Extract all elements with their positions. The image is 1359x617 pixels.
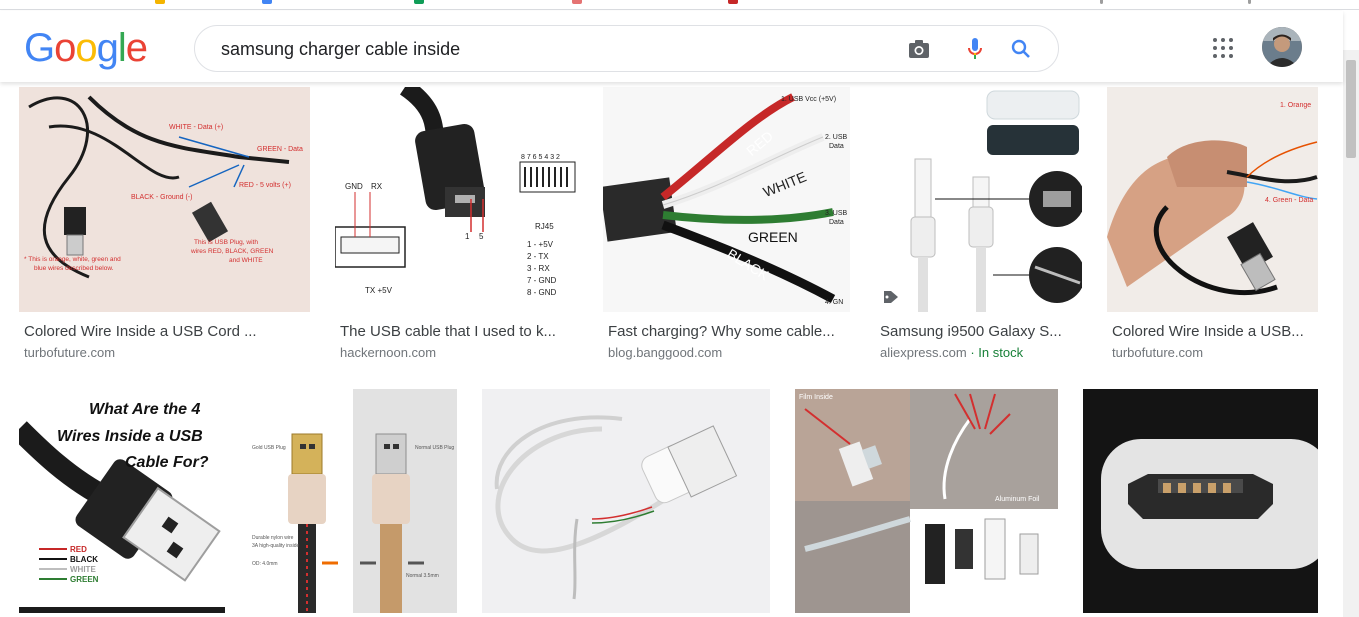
result-title[interactable]: The USB cable that I used to k... bbox=[340, 323, 572, 340]
avatar[interactable] bbox=[1262, 27, 1302, 67]
scrollbar-thumb[interactable] bbox=[1346, 60, 1356, 158]
result-tile[interactable]: WHITE - Data (+) GREEN - Data BLACK - Gr… bbox=[19, 87, 310, 367]
result-tile[interactable]: RED WHITE GREEN BLACK 1. USB Vcc (+5V) 2… bbox=[603, 87, 850, 367]
label-nylon-2: 3A high-quality inside bbox=[252, 543, 299, 549]
pin-1: 1 bbox=[465, 232, 470, 241]
search-icon[interactable] bbox=[1009, 37, 1033, 61]
label-pin-numbers: 8 7 6 5 4 3 2 bbox=[521, 154, 560, 161]
legend-line-1: 1 - +5V bbox=[527, 240, 554, 249]
page-scrollbar[interactable] bbox=[1343, 50, 1359, 617]
legend-line-5: 8 - GND bbox=[527, 288, 557, 297]
search-header: Google bbox=[0, 11, 1343, 82]
legend-red: RED bbox=[70, 545, 87, 554]
pin-5: 5 bbox=[479, 232, 484, 241]
wire-label-green: GREEN bbox=[748, 229, 798, 245]
pin-label-2b: Data bbox=[829, 143, 844, 150]
label-film-inside: Film Inside bbox=[799, 394, 833, 401]
legend-line-3: 3 - RX bbox=[527, 264, 550, 273]
label-note-2: blue wires described below. bbox=[34, 265, 114, 272]
label-aluminum-foil: Aluminum Foil bbox=[995, 496, 1040, 503]
result-tile[interactable]: Gold USB Plug Normal USB Plug Durable ny… bbox=[250, 389, 457, 613]
legend-black: BLACK bbox=[70, 555, 98, 564]
legend-white: WHITE bbox=[70, 565, 96, 574]
result-image[interactable]: Film Inside Aluminum Foil bbox=[795, 389, 1058, 613]
legend-green: GREEN bbox=[70, 575, 99, 584]
price-tag-icon bbox=[884, 291, 898, 303]
result-tile[interactable]: Film Inside Aluminum Foil bbox=[795, 389, 1058, 613]
label-od: OD: 4.0mm bbox=[252, 561, 278, 567]
legend-line-4: 7 - GND bbox=[527, 276, 557, 285]
result-image[interactable] bbox=[482, 389, 770, 613]
label-black-ground: BLACK - Ground (-) bbox=[131, 194, 192, 201]
caption-line-3: Cable For? bbox=[125, 454, 209, 471]
result-title[interactable]: Colored Wire Inside a USB... bbox=[1112, 323, 1317, 340]
label-green-data: GREEN - Data bbox=[257, 146, 303, 153]
label-normal-usb: Normal USB Plug bbox=[415, 445, 454, 451]
result-image[interactable]: Gold USB Plug Normal USB Plug Durable ny… bbox=[250, 389, 457, 613]
label-note-3: This is USB Plug, with bbox=[194, 239, 258, 246]
result-tile[interactable]: 1. Orange 4. Green - Data Colored Wire I… bbox=[1107, 87, 1318, 367]
result-tile[interactable]: What Are the 4 Wires Inside a USB Cable … bbox=[19, 389, 225, 613]
pin-label-3b: Data bbox=[829, 219, 844, 226]
bookmarks-bar bbox=[0, 0, 1359, 10]
result-image[interactable]: 1. Orange 4. Green - Data bbox=[1107, 87, 1318, 312]
label-rx: RX bbox=[371, 182, 383, 191]
search-input[interactable] bbox=[221, 37, 901, 61]
result-source[interactable]: aliexpress.com · In stock bbox=[880, 345, 1023, 360]
result-tile[interactable] bbox=[1083, 389, 1318, 613]
search-box bbox=[194, 25, 1059, 72]
result-image[interactable] bbox=[875, 87, 1082, 312]
apps-grid-icon[interactable] bbox=[1211, 36, 1235, 60]
label-note-5: and WHITE bbox=[229, 257, 263, 264]
result-source-domain[interactable]: aliexpress.com bbox=[880, 345, 967, 360]
label-white-data: WHITE - Data (+) bbox=[169, 124, 223, 131]
label-green-data: 4. Green - Data bbox=[1265, 197, 1313, 204]
label-red-5v: RED - 5 volts (+) bbox=[239, 182, 291, 189]
label-normal-size: Normal 3.5mm bbox=[406, 573, 439, 579]
label-note-4: wires RED, BLACK, GREEN bbox=[190, 248, 274, 255]
result-source[interactable]: turbofuture.com bbox=[24, 345, 115, 360]
result-source[interactable]: turbofuture.com bbox=[1112, 345, 1203, 360]
caption-line-1: What Are the 4 bbox=[89, 401, 201, 418]
result-title[interactable]: Fast charging? Why some cable... bbox=[608, 323, 848, 340]
result-image[interactable]: What Are the 4 Wires Inside a USB Cable … bbox=[19, 389, 225, 613]
camera-icon[interactable] bbox=[907, 37, 931, 61]
pin-label-2a: 2. USB bbox=[825, 134, 848, 141]
label-orange: 1. Orange bbox=[1280, 102, 1311, 109]
label-tx: TX +5V bbox=[365, 286, 393, 295]
label-rj45: RJ45 bbox=[535, 222, 554, 231]
result-title[interactable]: Colored Wire Inside a USB Cord ... bbox=[24, 323, 304, 340]
result-title[interactable]: Samsung i9500 Galaxy S... bbox=[880, 323, 1080, 340]
result-image[interactable] bbox=[1083, 389, 1318, 613]
label-nylon: Durable nylon wire bbox=[252, 535, 294, 541]
result-source[interactable]: blog.banggood.com bbox=[608, 345, 722, 360]
google-logo[interactable]: Google bbox=[24, 28, 148, 68]
label-note-1: * This is orange, white, green and bbox=[24, 256, 121, 263]
result-image[interactable]: RED WHITE GREEN BLACK 1. USB Vcc (+5V) 2… bbox=[603, 87, 850, 312]
pin-label-4: 4. GN bbox=[825, 299, 843, 306]
result-tile[interactable]: Samsung i9500 Galaxy S... aliexpress.com… bbox=[875, 87, 1082, 367]
result-tile[interactable]: 1 5 GND RX TX +5V 8 7 6 5 4 3 2 RJ45 1 -… bbox=[335, 87, 578, 367]
caption-line-2: Wires Inside a USB bbox=[57, 428, 203, 445]
result-image[interactable]: WHITE - Data (+) GREEN - Data BLACK - Gr… bbox=[19, 87, 310, 312]
legend-line-2: 2 - TX bbox=[527, 252, 549, 261]
label-gold-usb: Gold USB Plug bbox=[252, 445, 286, 451]
pin-label-3a: 3. USB bbox=[825, 210, 848, 217]
label-gnd: GND bbox=[345, 182, 363, 191]
in-stock-badge: · In stock bbox=[970, 345, 1024, 360]
result-image[interactable]: 1 5 GND RX TX +5V 8 7 6 5 4 3 2 RJ45 1 -… bbox=[335, 87, 578, 312]
result-tile[interactable] bbox=[482, 389, 770, 613]
microphone-icon[interactable] bbox=[963, 37, 987, 61]
pin-label-1: 1. USB Vcc (+5V) bbox=[781, 96, 836, 103]
result-source[interactable]: hackernoon.com bbox=[340, 345, 436, 360]
